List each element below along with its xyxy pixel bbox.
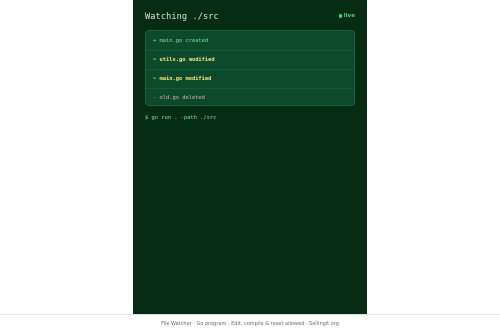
terminal-window: Watching ./src live + main.go created ~ … [133,0,367,314]
event-row: ~ main.go modified [146,69,354,88]
command-line: $ go run . -path ./src [145,115,217,121]
event-text: ~ utils.go modified [153,57,215,63]
event-row: + main.go created [146,31,354,50]
live-dot-icon [338,14,342,18]
event-row: ~ utils.go modified [146,50,354,69]
footer-caption: File Watcher · Go program · Edit, compil… [0,314,500,333]
event-text: - old.go deleted [153,95,205,101]
live-label: live [343,13,355,19]
event-text: ~ main.go modified [153,76,212,82]
live-indicator: live [338,13,355,19]
watch-title: Watching ./src [145,12,219,22]
event-list: + main.go created ~ utils.go modified ~ … [145,30,355,106]
event-text: + main.go created [153,37,209,44]
event-row: - old.go deleted [146,88,354,105]
